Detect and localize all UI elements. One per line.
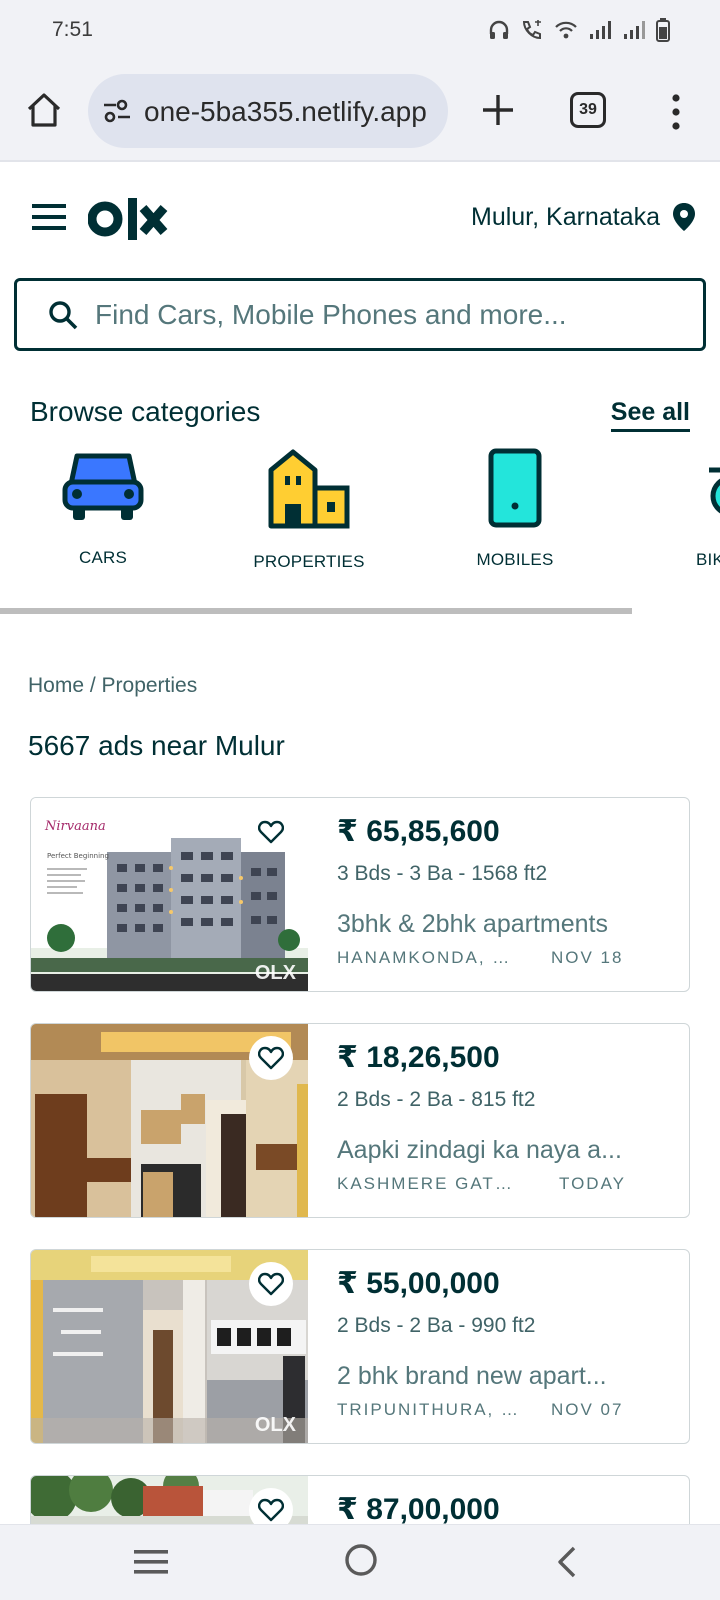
location-pin-icon [673, 203, 695, 231]
call-icon [522, 20, 541, 40]
site-settings-icon[interactable] [102, 98, 132, 124]
listing-image[interactable]: Nirvaana Perfect Beginning OLX [31, 798, 308, 991]
browse-categories-title: Browse categories [30, 396, 261, 427]
headphones-icon [489, 20, 509, 39]
listing-price[interactable]: ₹ 55,00,000 [337, 1266, 500, 1301]
listing-image[interactable]: OLX [31, 1250, 308, 1443]
listing-location: TRIPUNITHURA, K... [337, 1400, 523, 1419]
listing-location: KASHMERE GATE, ... [337, 1174, 523, 1193]
listing-card[interactable]: Nirvaana Perfect Beginning OLX ₹ 65,85,6… [30, 797, 690, 992]
mobile-icon [488, 448, 542, 528]
category-label[interactable]: MOBILES [430, 550, 600, 570]
heart-icon [258, 1046, 284, 1070]
favorite-button[interactable] [249, 1262, 293, 1306]
home-button-icon[interactable] [344, 1543, 378, 1577]
category-bikes[interactable]: BIK [636, 448, 720, 570]
heart-icon [258, 1272, 284, 1296]
olx-watermark: OLX [254, 962, 296, 984]
address-bar[interactable]: one-5ba355.netlify.app [88, 74, 448, 148]
heart-icon [258, 820, 284, 844]
system-navigation-bar [0, 1524, 720, 1600]
home-icon[interactable] [24, 90, 64, 130]
status-time: 7:51 [52, 18, 93, 41]
category-properties[interactable]: PROPERTIES [224, 448, 394, 572]
building-icon [268, 449, 350, 529]
hamburger-menu-icon[interactable] [32, 202, 66, 232]
category-carousel[interactable]: CARS PROPERTIES MOBILES BIK [0, 448, 720, 598]
listing-specs: 3 Bds - 3 Ba - 1568 ft2 [337, 862, 548, 885]
signal-icon [590, 21, 611, 39]
signal-2-icon [624, 21, 645, 39]
listing-title[interactable]: 2 bhk brand new apart... [337, 1362, 637, 1391]
listing-price[interactable]: ₹ 18,26,500 [337, 1040, 500, 1075]
category-scrollbar[interactable] [0, 608, 632, 614]
olx-logo[interactable] [88, 196, 168, 242]
listing-location: HANAMKONDA, W... [337, 948, 523, 967]
listing-price[interactable]: ₹ 87,00,000 [337, 1492, 500, 1527]
listing-title[interactable]: 3bhk & 2bhk apartments [337, 910, 637, 939]
status-icons [488, 18, 670, 42]
bike-icon [709, 467, 720, 514]
wifi-icon [555, 21, 577, 39]
search-input[interactable] [95, 293, 685, 337]
image-logo-text: Nirvaana [44, 819, 106, 834]
overflow-menu-icon[interactable] [664, 92, 688, 132]
car-icon [62, 453, 144, 520]
breadcrumb[interactable]: Home / Properties [28, 674, 197, 698]
back-icon[interactable] [552, 1545, 582, 1579]
favorite-button[interactable] [249, 1036, 293, 1080]
category-cars[interactable]: CARS [18, 448, 188, 568]
listing-date: TODAY [559, 1174, 626, 1193]
listing-date: NOV 07 [551, 1400, 624, 1419]
battery-icon [656, 18, 670, 42]
status-bar: 7:51 [0, 0, 720, 62]
image-caption: Perfect Beginning [47, 852, 109, 860]
recent-apps-icon[interactable] [134, 1547, 168, 1577]
category-label[interactable]: BIK [636, 550, 720, 570]
favorite-button[interactable] [249, 810, 293, 854]
listing-card[interactable]: ₹ 18,26,500 2 Bds - 2 Ba - 815 ft2 Aapki… [30, 1023, 690, 1218]
new-tab-icon[interactable] [478, 90, 518, 130]
listing-specs: 2 Bds - 2 Ba - 815 ft2 [337, 1088, 536, 1111]
tab-switcher-button[interactable]: 39 [570, 92, 606, 128]
see-all-link[interactable]: See all [610, 398, 690, 432]
location-selector[interactable]: Mulur, Karnataka [471, 202, 696, 232]
listing-card[interactable]: OLX ₹ 55,00,000 2 Bds - 2 Ba - 990 ft2 2… [30, 1249, 690, 1444]
listing-price[interactable]: ₹ 65,85,600 [337, 814, 500, 849]
browser-toolbar: one-5ba355.netlify.app 39 [0, 62, 720, 162]
listing-image[interactable] [31, 1024, 308, 1217]
category-label[interactable]: CARS [18, 548, 188, 568]
listing-specs: 2 Bds - 2 Ba - 990 ft2 [337, 1314, 536, 1337]
ads-count-heading: 5667 ads near Mulur [28, 730, 285, 761]
location-text[interactable]: Mulur, Karnataka [471, 203, 660, 232]
category-mobiles[interactable]: MOBILES [430, 448, 600, 570]
heart-icon [258, 1498, 284, 1522]
listing-date: NOV 18 [551, 948, 624, 967]
olx-watermark: OLX [254, 1414, 296, 1436]
listing-title[interactable]: Aapki zindagi ka naya a... [337, 1136, 637, 1165]
search-icon [49, 301, 78, 330]
category-label[interactable]: PROPERTIES [224, 552, 394, 572]
search-box[interactable] [14, 278, 706, 351]
url-text[interactable]: one-5ba355.netlify.app [144, 96, 427, 128]
